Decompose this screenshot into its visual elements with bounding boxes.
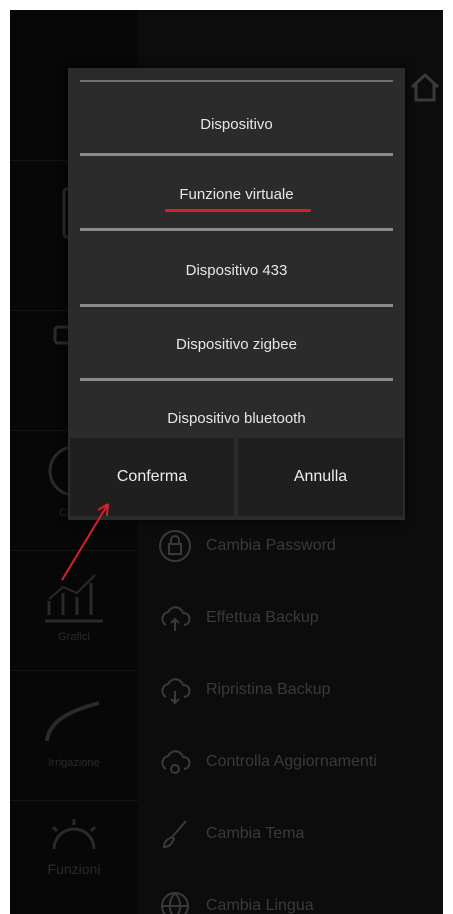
divider <box>80 378 393 381</box>
menu-item-effettua-backup[interactable]: Effettua Backup <box>158 598 319 638</box>
app-screen: Ba C Crono Grafici Irrigazione <box>10 10 443 914</box>
option-funzione-virtuale[interactable]: Funzione virtuale <box>68 186 405 203</box>
sidebar-item-irrigazione[interactable]: Irrigazione <box>10 670 138 801</box>
menu-item-cambia-tema[interactable]: Cambia Tema <box>158 814 304 854</box>
cloud-upload-icon <box>161 606 191 631</box>
divider <box>80 153 393 156</box>
brush-icon <box>162 820 187 849</box>
cancel-button[interactable]: Annulla <box>238 438 403 516</box>
sidebar-item-label: Funzioni <box>47 861 101 877</box>
divider <box>80 80 393 82</box>
globe-icon <box>161 892 189 914</box>
lock-icon <box>159 530 191 562</box>
annotation-arrow <box>61 503 109 581</box>
menu-item-cambia-lingua[interactable]: Cambia Lingua <box>158 886 314 914</box>
option-dispositivo-bluetooth[interactable]: Dispositivo bluetooth <box>68 410 405 427</box>
sidebar-item-label: Grafici <box>58 631 90 643</box>
menu-item-controlla-aggiornamenti[interactable]: Controlla Aggiornamenti <box>158 742 377 782</box>
cloud-refresh-icon <box>161 750 191 774</box>
cloud-download-icon <box>161 678 191 705</box>
option-dispositivo-zigbee[interactable]: Dispositivo zigbee <box>68 336 405 353</box>
sidebar-item-funzioni[interactable]: Funzioni <box>10 800 138 914</box>
divider <box>80 304 393 307</box>
option-dispositivo-433[interactable]: Dispositivo 433 <box>68 262 405 279</box>
menu-item-cambia-password[interactable]: Cambia Password <box>158 526 336 566</box>
divider <box>80 228 393 231</box>
option-dispositivo[interactable]: Dispositivo <box>68 116 405 133</box>
watering-icon <box>45 701 100 742</box>
selected-option-underline <box>165 209 311 212</box>
home-icon[interactable] <box>408 70 442 104</box>
menu-item-ripristina-backup[interactable]: Ripristina Backup <box>158 670 331 710</box>
device-type-dialog: Dispositivo Funzione virtuale Dispositiv… <box>68 68 405 520</box>
sun-icon <box>51 819 97 850</box>
sidebar-item-label: Irrigazione <box>48 757 100 769</box>
